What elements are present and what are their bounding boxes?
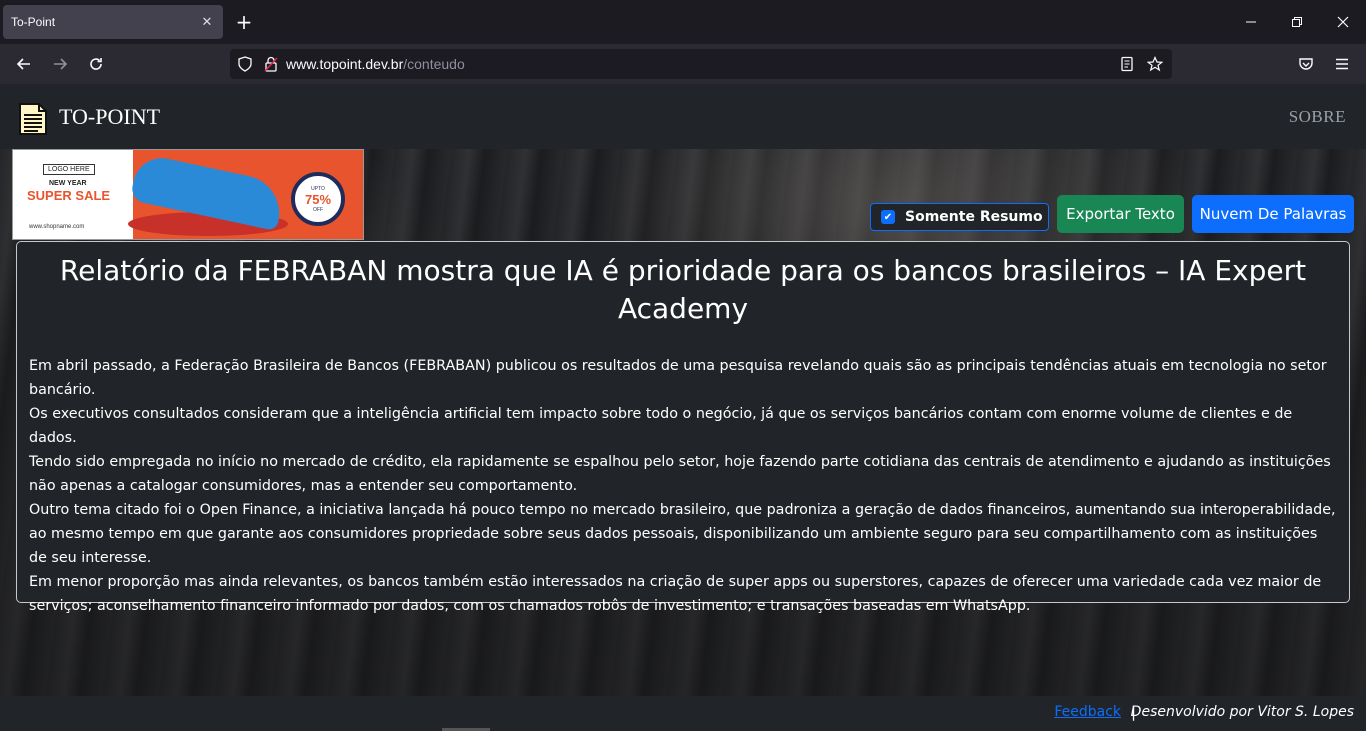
article-body: Em abril passado, a Federação Brasileira…: [29, 354, 1337, 618]
bookmark-star-icon[interactable]: [1146, 55, 1164, 73]
site-footer: Feedback | Desenvolvido por Vitor S. Lop…: [0, 696, 1366, 731]
url-domain: www.topoint.dev.br: [286, 56, 404, 72]
reader-view-icon[interactable]: [1118, 55, 1136, 73]
reload-icon[interactable]: [84, 52, 108, 76]
article-paragraph: Tendo sido empregada no início no mercad…: [29, 454, 1331, 494]
ad-banner[interactable]: LOGO HERE NEW YEAR SUPER SALE www.shopna…: [12, 149, 364, 240]
ad-logo-here: LOGO HERE: [43, 164, 95, 175]
ad-super-sale: SUPER SALE: [27, 188, 111, 203]
url-bar[interactable]: www.topoint.dev.br/conteudo: [230, 49, 1172, 79]
web-page: TO-POINT SOBRE LOGO HERE NEW YEAR SUPER …: [0, 84, 1366, 731]
ad-discount-badge: UPTO 75% OFF: [291, 172, 345, 226]
new-tab-button[interactable]: +: [233, 11, 255, 33]
article-title: Relatório da FEBRABAN mostra que IA é pr…: [59, 254, 1307, 325]
nav-sobre-link[interactable]: SOBRE: [1289, 107, 1346, 127]
ad-percent: 75%: [304, 191, 332, 207]
forward-icon[interactable]: [48, 52, 72, 76]
back-icon[interactable]: [12, 52, 36, 76]
article-card: Relatório da FEBRABAN mostra que IA é pr…: [16, 241, 1350, 614]
shield-icon[interactable]: [236, 55, 254, 73]
url-text: www.topoint.dev.br/conteudo: [286, 56, 465, 72]
article-paragraph: Em menor proporção mas ainda relevantes,…: [29, 574, 1322, 614]
site-brand[interactable]: TO-POINT: [59, 104, 160, 130]
browser-tab-bar: To-Point ✕ +: [0, 0, 1366, 44]
developer-credit: Desenvolvido por Vitor S. Lopes: [1130, 704, 1354, 720]
document-logo-icon[interactable]: [18, 103, 48, 139]
browser-nav-bar: www.topoint.dev.br/conteudo: [0, 44, 1366, 84]
minimize-icon[interactable]: [1228, 0, 1274, 44]
restore-icon[interactable]: [1274, 0, 1320, 44]
tab-title: To-Point: [11, 15, 56, 29]
browser-tab[interactable]: To-Point ✕: [3, 5, 223, 39]
ad-new-year: NEW YEAR: [49, 180, 87, 187]
tab-close-icon[interactable]: ✕: [199, 14, 215, 30]
menu-icon[interactable]: [1330, 52, 1354, 76]
article-paragraph: Outro tema citado foi o Open Finance, a …: [29, 502, 1336, 566]
insecure-lock-icon[interactable]: [262, 55, 280, 73]
word-cloud-button[interactable]: Nuvem De Palavras: [1192, 195, 1354, 233]
close-window-icon[interactable]: [1320, 0, 1366, 44]
pocket-icon[interactable]: [1294, 52, 1318, 76]
export-text-button[interactable]: Exportar Texto: [1057, 195, 1184, 233]
article-paragraph: Os executivos consultados consideram que…: [29, 406, 1293, 446]
ad-off: OFF: [313, 206, 323, 213]
summary-only-label[interactable]: Somente Resumo: [905, 209, 1043, 225]
ad-shop-url: www.shopname.com: [29, 224, 85, 230]
feedback-link[interactable]: Feedback: [1054, 704, 1121, 720]
site-header: TO-POINT SOBRE: [0, 84, 1366, 149]
checkbox-checked-icon[interactable]: ✔: [881, 210, 895, 224]
article-paragraph: Em abril passado, a Federação Brasileira…: [29, 358, 1327, 398]
url-path: /conteudo: [403, 56, 465, 72]
summary-only-checkbox[interactable]: ✔ Somente Resumo: [870, 203, 1049, 231]
